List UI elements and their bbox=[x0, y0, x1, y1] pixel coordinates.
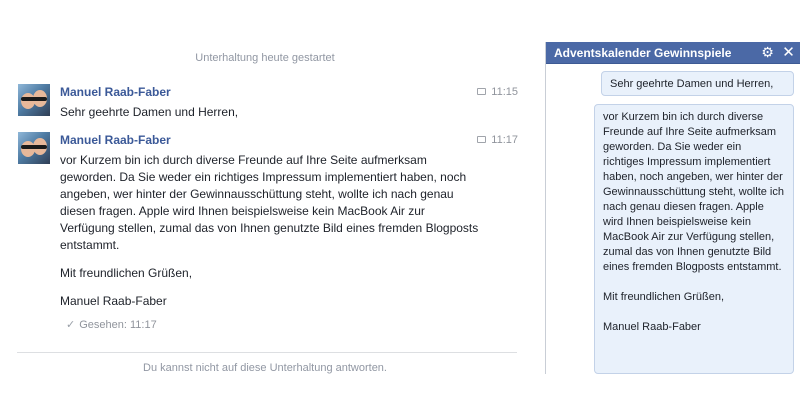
chat-bubble-text: vor Kurzem bin ich durch diverse Freunde… bbox=[603, 111, 784, 273]
chat-bubble: Sehr geehrte Damen und Herren, bbox=[601, 71, 794, 96]
sender-name-link[interactable]: Manuel Raab-Faber bbox=[60, 85, 171, 99]
conversation-pane: Unterhaltung heute gestartet Manuel Raab… bbox=[0, 0, 530, 420]
message-body: Sehr geehrte Damen und Herren, bbox=[60, 104, 480, 121]
avatar[interactable] bbox=[18, 84, 50, 116]
seen-status: ✓ Gesehen: 11:17 bbox=[66, 318, 157, 331]
chat-bubble: vor Kurzem bin ich durch diverse Freunde… bbox=[594, 104, 794, 374]
chat-bubble-text: Mit freundlichen Grüßen, bbox=[603, 291, 725, 303]
chat-bubble-text: Manuel Raab-Faber bbox=[603, 321, 701, 333]
message-paragraph: vor Kurzem bin ich durch diverse Freunde… bbox=[60, 153, 479, 252]
message-time: 11:15 bbox=[477, 86, 518, 98]
speech-bubble-icon bbox=[477, 136, 487, 143]
message-body: vor Kurzem bin ich durch diverse Freunde… bbox=[60, 152, 480, 310]
message-time: 11:17 bbox=[477, 134, 518, 146]
sender-name-link[interactable]: Manuel Raab-Faber bbox=[60, 133, 171, 147]
gear-icon[interactable]: ⚙ bbox=[759, 44, 776, 61]
message-paragraph: Sehr geehrte Damen und Herren, bbox=[60, 105, 239, 119]
avatar[interactable] bbox=[18, 132, 50, 164]
close-icon[interactable]: ✕ bbox=[780, 44, 797, 61]
message-paragraph: Manuel Raab-Faber bbox=[60, 294, 167, 308]
checkmark-icon: ✓ bbox=[66, 319, 76, 331]
conversation-started-label: Unterhaltung heute gestartet bbox=[195, 52, 335, 64]
seen-status-text: Gesehen: 11:17 bbox=[79, 319, 157, 331]
chat-body: Sehr geehrte Damen und Herren, vor Kurze… bbox=[546, 65, 800, 374]
message-row: Manuel Raab-Faber 11:17 vor Kurzem bin i… bbox=[18, 132, 518, 332]
divider bbox=[17, 352, 517, 353]
message-time-text: 11:17 bbox=[491, 134, 518, 146]
chat-title[interactable]: Adventskalender Gewinnspiele bbox=[554, 46, 731, 60]
message-paragraph: Mit freundlichen Grüßen, bbox=[60, 266, 193, 280]
chat-header[interactable]: Adventskalender Gewinnspiele ⚙ ✕ bbox=[546, 42, 800, 64]
cannot-reply-notice: Du kannst nicht auf diese Unterhaltung a… bbox=[143, 362, 387, 374]
chat-window: Adventskalender Gewinnspiele ⚙ ✕ Sehr ge… bbox=[545, 42, 800, 374]
message-time-text: 11:15 bbox=[491, 86, 518, 98]
message-row: Manuel Raab-Faber 11:15 Sehr geehrte Dam… bbox=[18, 84, 518, 124]
chat-bubble-text: Sehr geehrte Damen und Herren, bbox=[610, 78, 774, 90]
messenger-page: Unterhaltung heute gestartet Manuel Raab… bbox=[0, 0, 800, 420]
speech-bubble-icon bbox=[477, 88, 487, 95]
